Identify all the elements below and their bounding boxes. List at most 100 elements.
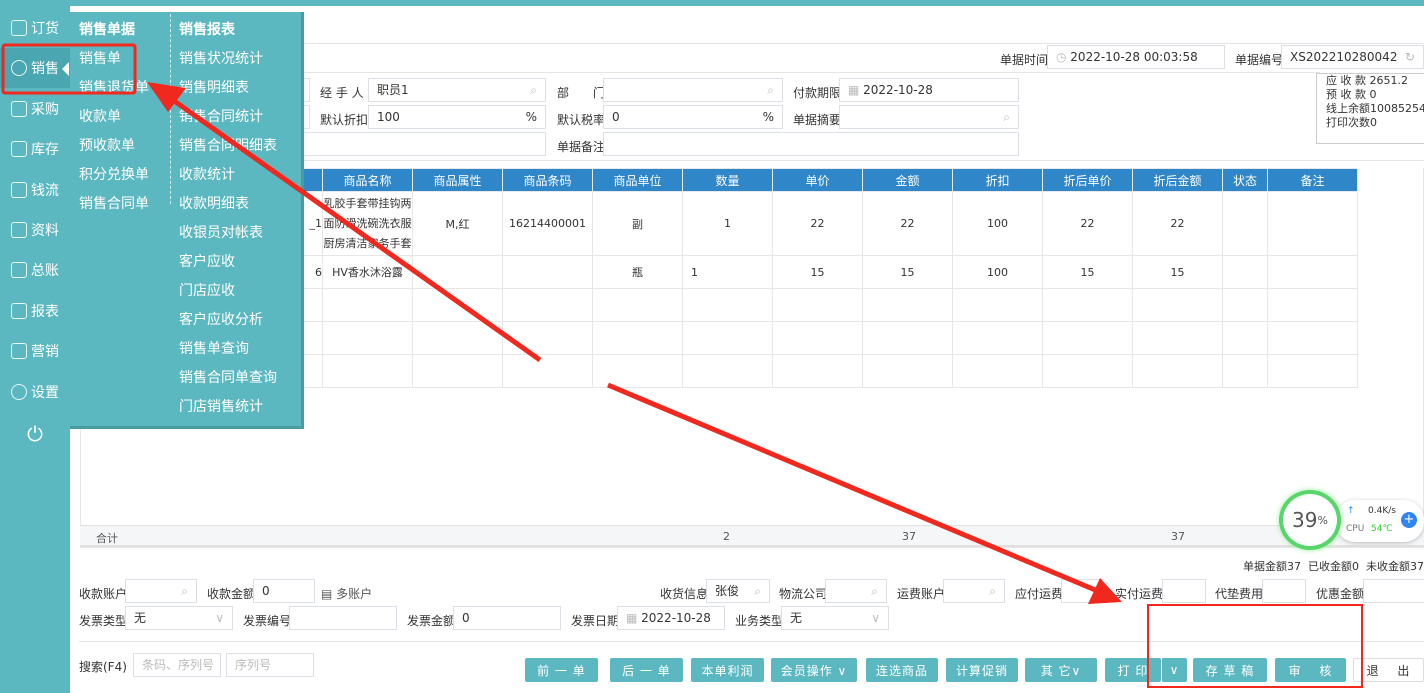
other-button[interactable]: 其 它∨ bbox=[1025, 658, 1097, 682]
promo-button[interactable]: 计算促销 bbox=[946, 658, 1018, 682]
biz-type-label: 业务类型 bbox=[735, 614, 784, 628]
menu-item[interactable]: 门店销售统计 bbox=[179, 397, 277, 426]
menu-item-sales-contract[interactable]: 销售合同单 bbox=[79, 194, 149, 223]
discount-field[interactable]: 100% bbox=[368, 105, 546, 129]
sidebar-item-ledger[interactable]: 总账 bbox=[0, 250, 70, 290]
caret-left-icon bbox=[62, 62, 69, 76]
freight-paid-label: 实付运费 bbox=[1115, 587, 1164, 601]
chevron-down-icon: ∨ bbox=[871, 611, 880, 625]
menu-item-points-exchange[interactable]: 积分兑换单 bbox=[79, 165, 149, 194]
print-button[interactable]: 打 印 bbox=[1105, 658, 1161, 682]
logistics-label: 物流公司 bbox=[779, 587, 828, 601]
menu-item[interactable]: 客户应收 bbox=[179, 252, 277, 281]
tax-field[interactable]: 0% bbox=[603, 105, 783, 129]
invoice-amount-field[interactable]: 0 bbox=[453, 606, 561, 630]
summary-field[interactable]: ⌕ bbox=[839, 105, 1019, 129]
handler-label: 经 手 人 bbox=[320, 86, 364, 100]
menu-item[interactable]: 门店应收 bbox=[179, 281, 277, 310]
prev-button[interactable]: 前 一 单 bbox=[525, 658, 598, 682]
plus-icon[interactable]: + bbox=[1401, 512, 1417, 528]
search-icon: ⌕ bbox=[989, 584, 996, 598]
freight-account-field[interactable]: ⌕ bbox=[943, 579, 1005, 603]
dept-field[interactable]: ⌕ bbox=[603, 78, 783, 102]
sidebar-item-data[interactable]: 资料 bbox=[0, 210, 70, 250]
cpu-gauge[interactable]: 39% bbox=[1279, 490, 1341, 550]
handler-field[interactable]: 职员1 ⌕ bbox=[368, 78, 546, 102]
next-button[interactable]: 后 一 单 bbox=[610, 658, 683, 682]
doc-time-field[interactable]: ◷ 2022-10-28 00:03:58 bbox=[1047, 45, 1225, 69]
sidebar-item-sales[interactable]: 销售 bbox=[0, 48, 70, 88]
box-icon bbox=[11, 141, 27, 157]
chevron-down-icon: ∨ bbox=[215, 611, 224, 625]
search-icon: ⌕ bbox=[871, 584, 878, 598]
discount-amount-label: 优惠金额 bbox=[1316, 587, 1365, 601]
audit-button[interactable]: 审 核 bbox=[1275, 658, 1346, 682]
member-button[interactable]: 会员操作 ∨ bbox=[771, 658, 857, 682]
pay-date-field[interactable]: ▦ 2022-10-28 bbox=[839, 78, 1019, 102]
menu-item[interactable]: 销售合同统计 bbox=[179, 107, 277, 136]
ship-label: 收货信息 bbox=[660, 587, 709, 601]
multi-select-button[interactable]: 连选商品 bbox=[866, 658, 938, 682]
monitor-icon bbox=[11, 343, 27, 359]
doc-no-field[interactable]: XS202210280042 ↻ bbox=[1281, 45, 1424, 69]
sidebar-item-purchase[interactable]: 采购 bbox=[0, 89, 70, 129]
menu-item[interactable]: 销售合同单查询 bbox=[179, 368, 277, 397]
freight-due-field[interactable] bbox=[1061, 579, 1103, 603]
invoice-date-label: 发票日期 bbox=[571, 614, 620, 628]
menu-item-sales-return[interactable]: 销售退货单 bbox=[79, 78, 149, 107]
power-button[interactable]: ⏻ bbox=[0, 414, 70, 454]
serial-search-input[interactable]: 序列号 bbox=[226, 653, 314, 677]
invoice-type-label: 发票类型 bbox=[79, 614, 128, 628]
divider bbox=[79, 641, 1424, 642]
sidebar-item-settings[interactable]: 设置 bbox=[0, 372, 70, 412]
biz-type-select[interactable]: 无 ∨ bbox=[781, 606, 889, 630]
system-monitor: ↑ 0.4K/s CPU 54℃ + bbox=[1335, 500, 1424, 542]
menu-item[interactable]: 销售合同明细表 bbox=[179, 136, 277, 165]
profit-button[interactable]: 本单利润 bbox=[691, 658, 764, 682]
sidebar-item-marketing[interactable]: 营销 bbox=[0, 331, 70, 371]
info-panel: 应 收 款 2651.2预 收 款 0线上余额10085254.7打印次数0 bbox=[1316, 73, 1424, 144]
menu-item[interactable]: 销售明细表 bbox=[179, 78, 277, 107]
menu-item-sales-order[interactable]: 销售单 bbox=[79, 49, 149, 78]
menu-item[interactable]: 收款明细表 bbox=[179, 194, 277, 223]
hidden-field[interactable] bbox=[270, 132, 546, 156]
invoice-no-field[interactable] bbox=[289, 606, 397, 630]
discount-amount-field[interactable] bbox=[1363, 579, 1424, 603]
time-label: 单据时间 bbox=[1000, 53, 1049, 67]
menu-item-prepayment[interactable]: 预收款单 bbox=[79, 136, 149, 165]
discount-label: 默认折扣 bbox=[320, 113, 369, 127]
save-draft-button[interactable]: 存 草 稿 bbox=[1193, 658, 1267, 682]
invoice-date-field[interactable]: ▦ 2022-10-28 bbox=[617, 606, 725, 630]
menu-item[interactable]: 收款统计 bbox=[179, 165, 277, 194]
chevron-down-icon: ∨ bbox=[1169, 663, 1180, 677]
menu-item-receipt[interactable]: 收款单 bbox=[79, 107, 149, 136]
clipboard-icon bbox=[11, 20, 27, 36]
menu-item[interactable]: 客户应收分析 bbox=[179, 310, 277, 339]
account-field[interactable]: ⌕ bbox=[125, 579, 197, 603]
menu-item[interactable]: 收银员对帐表 bbox=[179, 223, 277, 252]
gear-icon bbox=[11, 384, 27, 400]
advance-label: 代垫费用 bbox=[1215, 587, 1264, 601]
account-label: 收款账户 bbox=[79, 587, 128, 601]
contacts-icon bbox=[11, 222, 27, 238]
invoice-type-select[interactable]: 无 ∨ bbox=[125, 606, 233, 630]
menu-item[interactable]: 销售单查询 bbox=[179, 339, 277, 368]
top-bar bbox=[0, 0, 1424, 6]
barcode-search-input[interactable]: 条码、序列号 bbox=[133, 653, 221, 677]
sidebar-item-stock[interactable]: 库存 bbox=[0, 129, 70, 169]
menu-item[interactable]: 销售状况统计 bbox=[179, 49, 277, 78]
print-dropdown-button[interactable]: ∨ bbox=[1161, 658, 1187, 682]
search-label: 搜索(F4) bbox=[79, 660, 127, 674]
ship-field[interactable]: 张俊 ⌕ bbox=[706, 579, 770, 603]
remark-field[interactable] bbox=[603, 132, 1019, 156]
doc-no-label: 单据编号 bbox=[1235, 53, 1284, 67]
freight-paid-field[interactable] bbox=[1162, 579, 1206, 603]
multi-account-button[interactable]: ▤ 多账户 bbox=[321, 585, 372, 602]
advance-field[interactable] bbox=[1262, 579, 1306, 603]
sidebar-item-order[interactable]: 订货 bbox=[0, 8, 70, 48]
sidebar-item-cash[interactable]: 钱流 bbox=[0, 170, 70, 210]
logistics-field[interactable]: ⌕ bbox=[825, 579, 887, 603]
sidebar-item-reports[interactable]: 报表 bbox=[0, 291, 70, 331]
exit-button[interactable]: 退 出 bbox=[1353, 658, 1424, 682]
amount-field[interactable]: 0 bbox=[253, 579, 315, 603]
